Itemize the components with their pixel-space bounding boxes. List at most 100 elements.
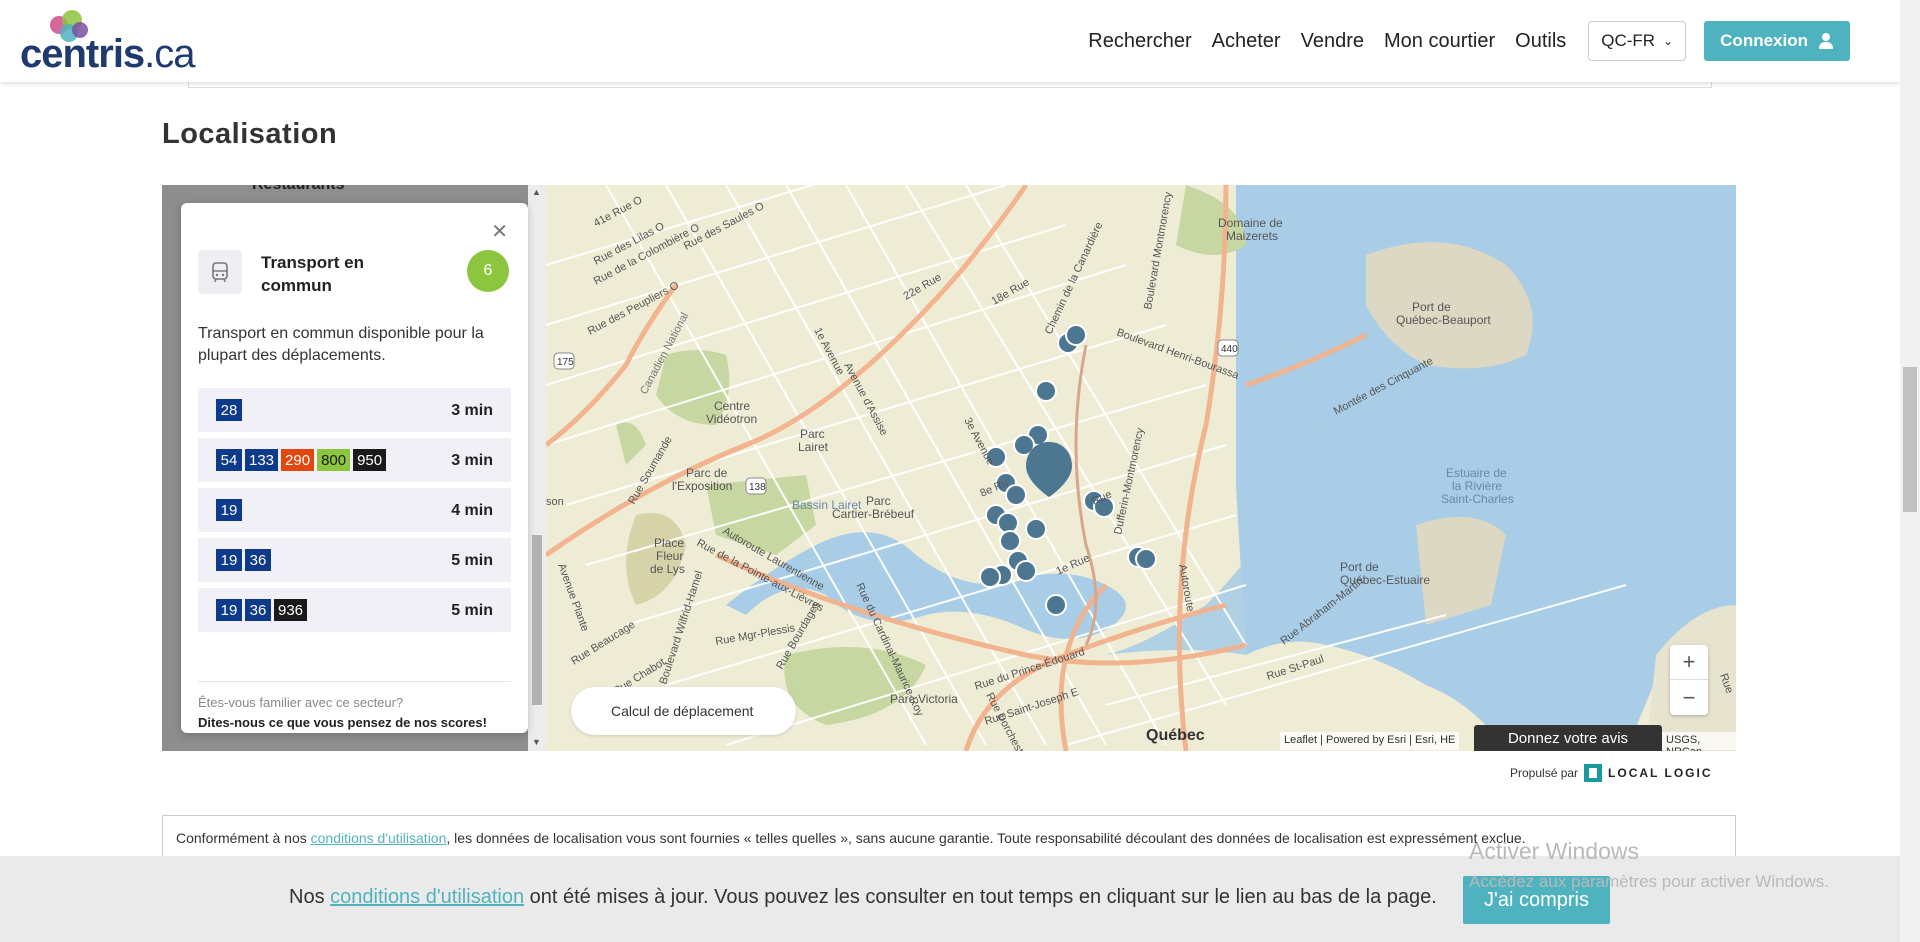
map-label-expo-1: Parc de (686, 466, 728, 480)
feedback-button[interactable]: Donnez votre avis (1474, 725, 1662, 751)
map-label-estuaire-2: la Rivière (1452, 479, 1502, 493)
bus-icon (198, 250, 242, 294)
page-scrollbar-thumb[interactable] (1903, 367, 1917, 512)
feedback-cta-link[interactable]: Dites-nous ce que vous pensez de nos sco… (198, 715, 487, 730)
route-time: 3 min (451, 402, 493, 419)
panel-scrollbar[interactable]: ▲ ▼ (528, 185, 546, 751)
language-value: QC-FR (1601, 31, 1656, 50)
windows-activation-title: Activer Windows (1469, 838, 1639, 864)
scroll-down-icon[interactable]: ▼ (532, 737, 541, 747)
zoom-out-button[interactable]: − (1670, 680, 1708, 715)
route-time: 3 min (451, 452, 493, 469)
map-label-quebec: Québec (1146, 727, 1205, 744)
transit-score-badge: 6 (467, 250, 509, 292)
map-label-fleur-1: Place (654, 536, 684, 550)
disclaimer-terms-link[interactable]: conditions d'utilisation (311, 830, 447, 846)
close-icon[interactable]: ✕ (491, 219, 508, 244)
local-logic-logo-icon (1584, 764, 1603, 782)
familiar-question: Êtes-vous familier avec ce secteur? (198, 695, 404, 710)
disclaimer-text-before: Conformément à nos (176, 830, 311, 846)
zoom-in-button[interactable]: + (1670, 645, 1708, 680)
nav-rechercher[interactable]: Rechercher (1088, 30, 1191, 53)
powered-by[interactable]: Propulsé par LOCAL LOGIC (1510, 764, 1713, 782)
nav-vendre[interactable]: Vendre (1301, 30, 1364, 53)
street-son-fragment: son (546, 496, 564, 508)
nav-outils[interactable]: Outils (1515, 30, 1566, 53)
cookie-banner: Nos conditions d'utilisation ont été mis… (0, 856, 1900, 942)
map-label-centre-2: Vidéotron (706, 412, 757, 426)
route-number-badge: 290 (281, 449, 315, 471)
user-icon (1818, 33, 1834, 49)
route-175: 175 (557, 357, 574, 368)
restaurants-item-peek[interactable]: Restaurants (180, 185, 525, 199)
map-label-expo-2: l'Exposition (672, 479, 732, 493)
centris-logo[interactable]: centris.ca (20, 10, 196, 76)
transit-route-row: 19 36 5 min (198, 538, 511, 582)
transit-routes-list: 28 3 min 54 133 290 800 950 3 min 19 4 min 19 36 5 m… (198, 388, 511, 638)
cookie-message: Nos conditions d'utilisation ont été mis… (289, 886, 1437, 909)
route-number-badge: 19 (216, 499, 242, 521)
route-number-badge: 54 (216, 449, 242, 471)
map-label-port-beauport-1: Port de (1412, 300, 1451, 314)
page-scrollbar[interactable] (1900, 0, 1920, 942)
main-nav: Rechercher Acheter Vendre Mon courtier O… (1068, 20, 1850, 62)
cookie-terms-link[interactable]: conditions d'utilisation (330, 886, 524, 908)
map-label-estuaire-1: Estuaire de (1446, 466, 1507, 480)
route-number-badge: 19 (216, 599, 242, 621)
map-label-fleur-2: Fleur (656, 549, 683, 563)
transit-route-row: 28 3 min (198, 388, 511, 432)
map-label-centre-1: Centre (714, 399, 750, 413)
panel-scrollbar-thumb[interactable] (532, 535, 542, 705)
map-label-domaine-1: Domaine de (1218, 216, 1283, 230)
logo-text: centris.ca (20, 32, 196, 76)
map-label-domaine-2: Maizerets (1226, 229, 1278, 243)
route-138: 138 (749, 482, 766, 493)
map-label-port-estuaire-1: Port de (1340, 560, 1379, 574)
login-label: Connexion (1720, 31, 1808, 50)
transit-route-row: 19 36 936 5 min (198, 588, 511, 632)
language-select[interactable]: QC-FR ⌄ (1588, 21, 1687, 61)
nav-acheter[interactable]: Acheter (1212, 30, 1281, 53)
route-number-badge: 28 (216, 399, 242, 421)
transit-route-row: 19 4 min (198, 488, 511, 532)
scroll-up-icon[interactable]: ▲ (532, 187, 541, 197)
map-label-port-beauport-2: Québec-Beauport (1396, 313, 1491, 327)
transit-score-card: ✕ Transport en commun 6 Transport en com… (181, 203, 528, 733)
route-number-badge: 936 (274, 599, 308, 621)
route-number-badge: 19 (216, 549, 242, 571)
route-number-badge: 950 (353, 449, 387, 471)
map-attribution[interactable]: Leaflet | Powered by Esri | Esri, HE (1280, 732, 1460, 750)
transit-description: Transport en commun disponible pour la p… (198, 325, 484, 364)
map-label-cartier-1: Parc (866, 494, 891, 508)
card-divider (198, 681, 511, 682)
restaurants-label: Restaurants (252, 185, 344, 194)
route-number-badge: 133 (245, 449, 279, 471)
scores-side-panel: Restaurants ▲ ▼ ✕ Transport en commun 6 … (162, 185, 546, 751)
map-label-fleur-3: de Lys (650, 562, 685, 576)
zoom-control: + − (1670, 645, 1708, 715)
route-number-badge: 36 (245, 599, 271, 621)
route-440: 440 (1221, 344, 1238, 355)
cookie-text-before: Nos (289, 886, 331, 908)
disclaimer-text-after: , les données de localisation vous sont … (446, 830, 1526, 846)
map-attribution-right: USGS, NRCan (1662, 732, 1736, 751)
nav-mon-courtier[interactable]: Mon courtier (1384, 30, 1495, 53)
section-title: Localisation (162, 118, 338, 150)
route-time: 5 min (451, 552, 493, 569)
powered-by-label: Propulsé par (1510, 766, 1579, 780)
site-header: centris.ca Rechercher Acheter Vendre Mon… (0, 0, 1900, 82)
windows-activation-subtitle: Accédez aux paramètres pour activer Wind… (1469, 872, 1829, 891)
route-time: 5 min (451, 602, 493, 619)
route-time: 4 min (451, 502, 493, 519)
map-label-bassin: Bassin Lairet (792, 498, 862, 512)
transit-title: Transport en commun (261, 253, 364, 295)
location-map[interactable]: Québec Estuaire de la Rivière Saint-Char… (162, 185, 1736, 751)
local-logic-brand: LOCAL LOGIC (1608, 766, 1713, 780)
map-canvas[interactable]: Québec Estuaire de la Rivière Saint-Char… (546, 185, 1736, 751)
transit-route-row: 54 133 290 800 950 3 min (198, 438, 511, 482)
login-button[interactable]: Connexion (1704, 21, 1850, 61)
travel-calculator-button[interactable]: Calcul de déplacement (571, 687, 796, 735)
map-label-lairet-1: Parc (800, 427, 825, 441)
previous-section-border (188, 82, 1712, 88)
route-number-badge: 36 (245, 549, 271, 571)
